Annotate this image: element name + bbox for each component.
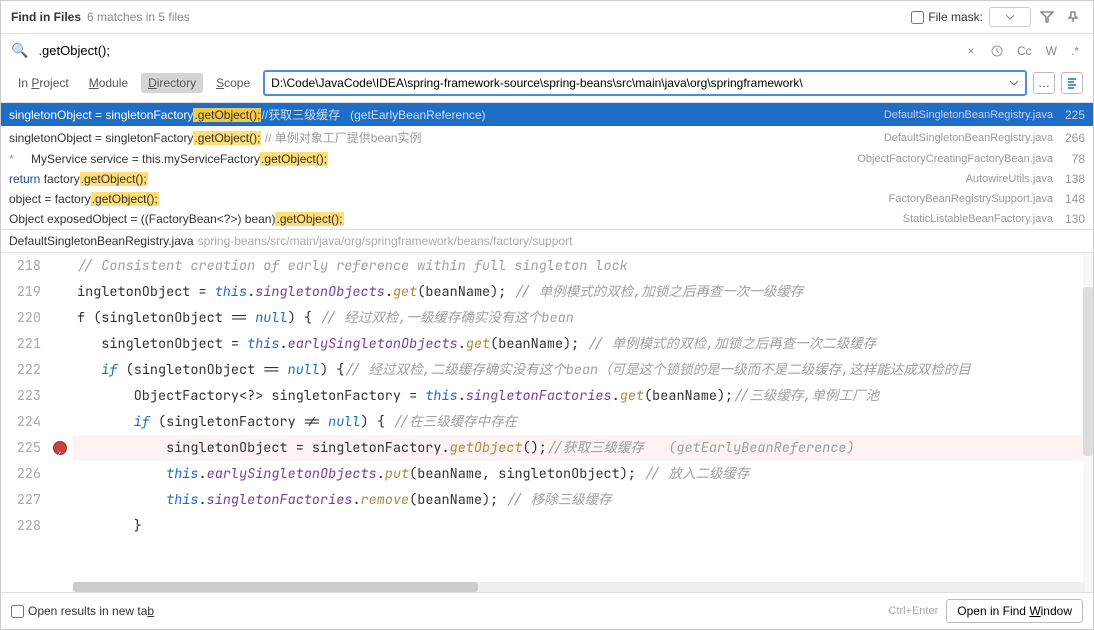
result-filename: DefaultSingletonBeanRegistry.java	[884, 132, 1053, 144]
breakpoint-gutter[interactable]	[49, 253, 73, 592]
case-toggle[interactable]: Cc	[1013, 42, 1036, 60]
match-count: 6 matches in 5 files	[87, 10, 190, 24]
result-line: 266	[1057, 131, 1085, 145]
result-row[interactable]: return factory.getObject();AutowireUtils…	[1, 169, 1093, 189]
file-mask-dropdown[interactable]	[989, 7, 1031, 27]
header-bar: Find in Files 6 matches in 5 files File …	[1, 1, 1093, 34]
breadcrumb-path: spring-beans/src/main/java/org/springfra…	[198, 234, 573, 248]
result-row[interactable]: singletonObject = singletonFactory.getOb…	[1, 126, 1093, 149]
shortcut-hint: Ctrl+Enter	[888, 605, 938, 617]
result-line: 148	[1057, 192, 1085, 206]
scope-module[interactable]: Module	[82, 73, 135, 93]
result-filename: ObjectFactoryCreatingFactoryBean.java	[857, 153, 1053, 165]
scope-scope[interactable]: Scope	[209, 73, 257, 93]
open-in-window-button[interactable]: Open in Find Window	[946, 599, 1083, 623]
result-filename: StaticListableBeanFactory.java	[903, 213, 1053, 225]
results-list: singletonObject = singletonFactory.getOb…	[1, 103, 1093, 229]
new-tab-label: Open results in new tab	[28, 604, 154, 618]
open-new-tab-checkbox[interactable]: Open results in new tab	[11, 604, 154, 618]
code-line: // Consistent creation of early referenc…	[73, 253, 1093, 279]
title: Find in Files	[11, 10, 81, 24]
search-row: 🔍 × Cc W .*	[1, 34, 1093, 67]
directory-input-box	[263, 70, 1027, 96]
breadcrumb-file: DefaultSingletonBeanRegistry.java	[9, 234, 194, 248]
footer: Open results in new tab Ctrl+Enter Open …	[1, 592, 1093, 629]
code-line: ingletonObject = this.singletonObjects.g…	[73, 279, 1093, 305]
search-icon: 🔍	[11, 42, 28, 59]
chevron-down-icon	[1006, 15, 1014, 20]
code-line: }	[73, 513, 1093, 539]
result-row[interactable]: Object exposedObject = ((FactoryBean<?>)…	[1, 209, 1093, 229]
result-row[interactable]: * MyService service = this.myServiceFact…	[1, 149, 1093, 169]
code-line: this.earlySingletonObjects.put(beanName,…	[73, 461, 1093, 487]
scope-row: In Project Module Directory Scope …	[1, 67, 1093, 103]
code-line: if (singletonObject == null) {// 经过双检,二级…	[73, 357, 1093, 383]
pin-icon[interactable]	[1063, 7, 1083, 27]
code-line: if (singletonFactory != null) { //在三级缓存中…	[73, 409, 1093, 435]
clear-icon[interactable]: ×	[961, 41, 981, 61]
directory-input[interactable]	[271, 76, 1005, 90]
result-row[interactable]: object = factory.getObject();FactoryBean…	[1, 189, 1093, 209]
history-icon[interactable]	[987, 41, 1007, 61]
code-lines: // Consistent creation of early referenc…	[73, 253, 1093, 592]
scrollbar-vertical[interactable]	[1083, 253, 1093, 592]
recursive-toggle[interactable]	[1061, 72, 1083, 94]
code-line: singletonObject = singletonFactory.getOb…	[73, 435, 1093, 461]
result-row[interactable]: singletonObject = singletonFactory.getOb…	[1, 103, 1093, 126]
code-preview: 218219220221222223224225226227228 // Con…	[1, 253, 1093, 592]
result-filename: DefaultSingletonBeanRegistry.java	[884, 109, 1053, 121]
breakpoint-icon[interactable]	[53, 441, 67, 455]
result-line: 138	[1057, 172, 1085, 186]
result-line: 78	[1057, 152, 1085, 166]
regex-toggle[interactable]: .*	[1067, 42, 1083, 60]
words-toggle[interactable]: W	[1042, 42, 1061, 60]
scrollbar-horizontal[interactable]	[73, 582, 1085, 592]
gutter: 218219220221222223224225226227228	[1, 253, 49, 592]
result-line: 130	[1057, 212, 1085, 226]
scope-project[interactable]: In Project	[11, 73, 76, 93]
result-filename: FactoryBeanRegistrySupport.java	[889, 193, 1053, 205]
code-line: f (singletonObject == null) { // 经过双检,一级…	[73, 305, 1093, 331]
new-tab-check[interactable]	[11, 605, 24, 618]
browse-button[interactable]: …	[1033, 72, 1055, 94]
code-line: this.singletonFactories.remove(beanName)…	[73, 487, 1093, 513]
file-mask-checkbox[interactable]: File mask:	[911, 10, 983, 24]
search-input[interactable]	[34, 39, 955, 62]
filter-icon[interactable]	[1037, 7, 1057, 27]
scope-directory[interactable]: Directory	[141, 73, 203, 93]
dir-dropdown-icon[interactable]	[1005, 74, 1023, 92]
code-line: ObjectFactory<?> singletonFactory = this…	[73, 383, 1093, 409]
breadcrumb: DefaultSingletonBeanRegistry.java spring…	[1, 229, 1093, 253]
file-mask-check[interactable]	[911, 11, 924, 24]
result-line: 225	[1057, 108, 1085, 122]
result-filename: AutowireUtils.java	[966, 173, 1053, 185]
code-line: singletonObject = this.earlySingletonObj…	[73, 331, 1093, 357]
